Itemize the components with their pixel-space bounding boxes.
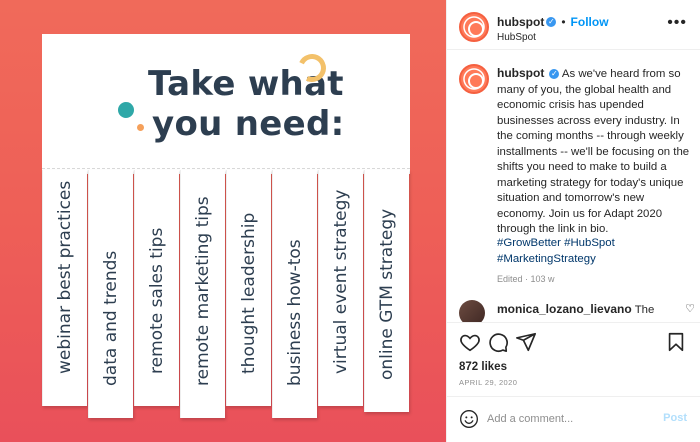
post-header: hubspot ✓ • Follow HubSpot ••• [447, 0, 700, 50]
post-side-panel: hubspot ✓ • Follow HubSpot ••• hubspot ✓ … [446, 0, 700, 442]
action-bar [447, 322, 700, 360]
like-heart-icon[interactable] [459, 331, 481, 353]
tab-label: data and trends [101, 250, 121, 386]
tear-off-tab: remote sales tips [134, 170, 179, 406]
edited-timestamp: Edited · 103 w [497, 274, 555, 284]
post-date[interactable]: APRIL 29, 2020 [459, 378, 517, 387]
tear-off-tab: business how-tos [272, 170, 317, 418]
comment-username[interactable]: monica_lozano_lievano [497, 302, 632, 316]
hubspot-avatar[interactable] [459, 12, 489, 42]
poster-card: Take what you need: [42, 34, 410, 174]
instagram-post-modal: Take what you need: webinar best practic… [0, 0, 700, 442]
tab-label: thought leadership [239, 212, 259, 374]
tear-off-tab: virtual event strategy [318, 170, 363, 406]
tear-off-tab: data and trends [88, 170, 133, 418]
caption-avatar[interactable] [459, 64, 489, 94]
bookmark-save-icon[interactable] [665, 331, 687, 353]
header-separator: • [561, 15, 566, 29]
tab-label: online GTM strategy [377, 208, 397, 380]
caption-username[interactable]: hubspot [497, 66, 544, 80]
caption-hashtags[interactable]: #GrowBetter #HubSpot #MarketingStrategy [497, 236, 693, 267]
caption: hubspot ✓ As we've heard from so many of … [497, 66, 693, 238]
tear-off-tab: thought leadership [226, 170, 271, 406]
tear-off-tabs: webinar best practices data and trends r… [42, 170, 410, 418]
follow-button[interactable]: Follow [571, 15, 609, 29]
verified-badge-icon: ✓ [549, 68, 560, 79]
tab-label: virtual event strategy [331, 189, 351, 375]
poster-title-line2: you need: [152, 104, 345, 144]
share-plane-icon[interactable] [515, 331, 537, 353]
header-subtitle: HubSpot [497, 32, 536, 43]
tab-label: remote marketing tips [193, 196, 213, 386]
tear-off-tab: webinar best practices [42, 170, 87, 406]
verified-badge-icon: ✓ [546, 17, 557, 27]
more-options-icon[interactable]: ••• [667, 14, 687, 32]
poster-title-line1: Take what [148, 64, 344, 104]
emoji-smiley-icon[interactable] [459, 409, 479, 429]
caption-text: As we've heard from so many of you, the … [497, 68, 690, 235]
header-username[interactable]: hubspot [497, 15, 544, 29]
tab-label: remote sales tips [147, 227, 167, 374]
commenter-avatar[interactable] [459, 300, 485, 322]
tear-off-tab: remote marketing tips [180, 170, 225, 418]
comment-like-heart-icon[interactable]: ♡ [685, 302, 695, 315]
add-comment-input[interactable] [487, 410, 647, 428]
likes-count[interactable]: 872 likes [459, 361, 507, 373]
tear-line [42, 168, 410, 169]
comment-text: The [634, 304, 655, 316]
comment-text-row: monica_lozano_lievano The [497, 302, 654, 316]
decorative-teal-dot [118, 102, 134, 118]
post-image: Take what you need: webinar best practic… [0, 0, 446, 442]
header-user-row: hubspot ✓ • Follow [497, 15, 609, 29]
add-comment-bar: Post [447, 396, 700, 442]
decorative-orange-dot [137, 124, 144, 131]
comment-bubble-icon[interactable] [487, 331, 509, 353]
tab-label: webinar best practices [55, 180, 75, 374]
tab-label: business how-tos [285, 239, 305, 386]
comment-row: monica_lozano_lievano The ♡ [459, 300, 695, 322]
comments-section: hubspot ✓ As we've heard from so many of … [447, 50, 700, 322]
post-comment-button[interactable]: Post [663, 412, 687, 424]
tear-off-tab: online GTM strategy [364, 170, 409, 412]
